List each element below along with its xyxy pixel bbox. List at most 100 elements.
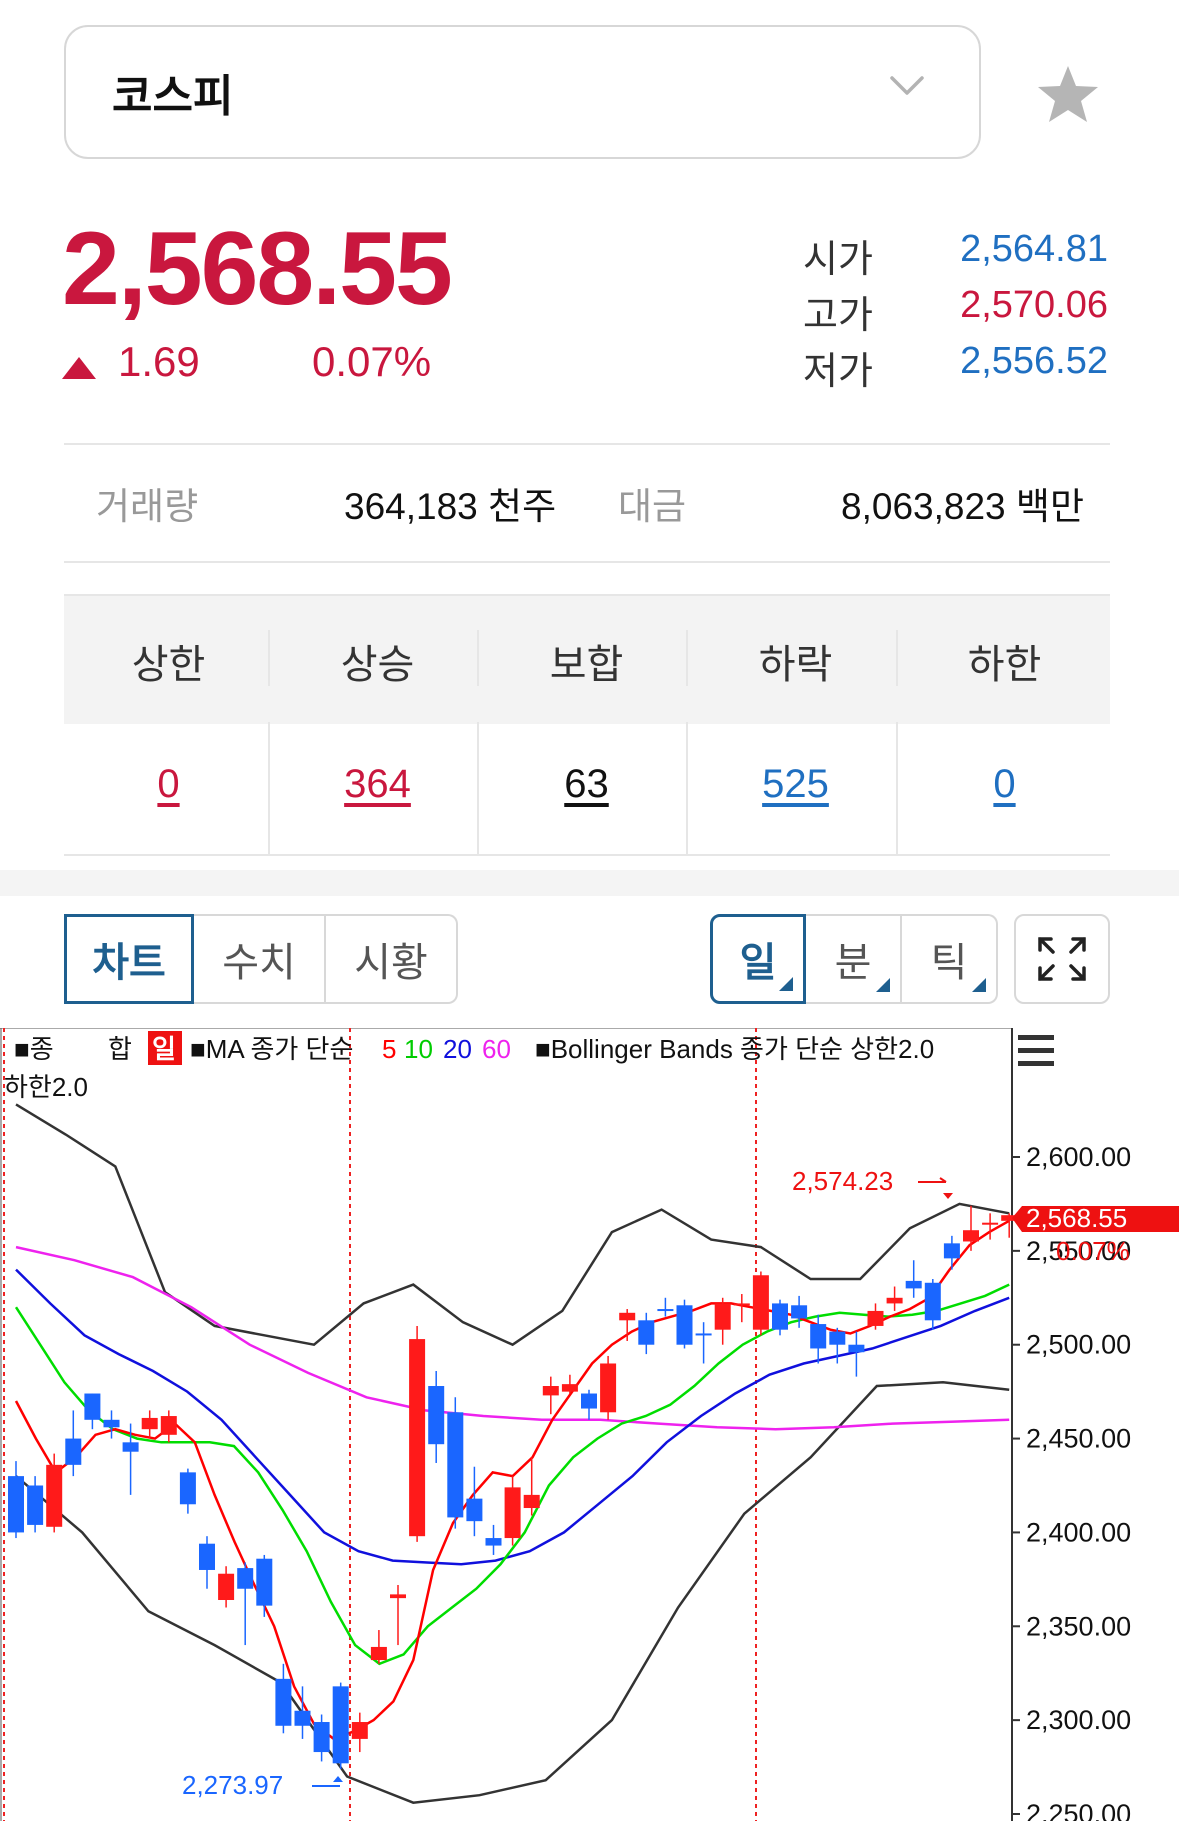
candle-down xyxy=(65,1438,82,1465)
tab-market-news[interactable]: 시황 xyxy=(326,914,458,1004)
candle-up xyxy=(46,1464,63,1527)
low-value: 2,556.52 xyxy=(960,340,1108,382)
hamburger-menu-icon[interactable] xyxy=(1018,1035,1054,1066)
price-change: 1.69 xyxy=(118,338,200,385)
candle-down xyxy=(905,1280,922,1289)
y-tick-label: 2,500.00 xyxy=(1026,1330,1131,1360)
price-chart[interactable]: 2,600.00 2,550.00 2,500.00 2,450.00 2,400.00… xyxy=(0,1027,1179,1826)
breadth-upper-limit-link[interactable]: 0 xyxy=(64,762,273,807)
amount-value: 8,063,823 백만 xyxy=(841,486,1084,527)
divider xyxy=(64,443,1110,445)
candle-up xyxy=(886,1297,903,1304)
candle-up xyxy=(867,1310,884,1326)
candle-down xyxy=(676,1305,693,1345)
low-marker-label: 2,273.97 xyxy=(182,1770,283,1800)
candle-up xyxy=(733,1303,750,1306)
legend-ma5: 5 xyxy=(382,1034,396,1064)
index-name: 코스피 xyxy=(112,72,234,121)
candle-down xyxy=(810,1324,827,1349)
chart-canvas[interactable]: 2,600.002,550.002,500.002,450.002,400.00… xyxy=(0,1027,1179,1826)
candle-up xyxy=(600,1363,617,1413)
candle-down xyxy=(657,1309,674,1312)
low-label: 저가 xyxy=(803,351,873,393)
divider xyxy=(64,561,1110,563)
candle-down xyxy=(848,1344,865,1353)
y-tick-label: 2,600.00 xyxy=(1026,1142,1131,1172)
high-price-row: 고가 2,570.06 xyxy=(803,284,1108,338)
breadth-advance-link[interactable]: 364 xyxy=(273,762,482,807)
candle-up xyxy=(409,1339,426,1537)
legend-hap: 합 xyxy=(108,1034,132,1064)
candle-down xyxy=(103,1419,120,1428)
volume-label: 거래량 xyxy=(96,486,199,527)
candle-down xyxy=(199,1543,215,1570)
breadth-unchanged-label: 보합 xyxy=(549,643,624,687)
view-tab-group: 차트 수치 시황 xyxy=(64,914,458,1004)
high-value: 2,570.06 xyxy=(960,284,1108,326)
candle-up xyxy=(982,1222,999,1225)
breadth-lower-limit-link[interactable]: 0 xyxy=(900,762,1109,807)
section-divider xyxy=(0,870,1179,896)
candle-down xyxy=(84,1393,101,1420)
candle-down xyxy=(638,1320,655,1345)
y-tick-label: 2,300.00 xyxy=(1026,1705,1131,1735)
candle-down xyxy=(485,1538,502,1546)
expand-icon[interactable] xyxy=(1014,914,1110,1004)
tab-chart[interactable]: 차트 xyxy=(64,914,194,1004)
breadth-advance-label: 상승 xyxy=(340,643,415,687)
tab-figures[interactable]: 수치 xyxy=(194,914,326,1004)
candle-up xyxy=(218,1573,235,1601)
breadth-decline-link[interactable]: 525 xyxy=(691,762,900,807)
low-price-row: 저가 2,556.52 xyxy=(803,340,1108,394)
tab-daily[interactable]: 일 xyxy=(710,914,806,1004)
candle-down xyxy=(695,1333,712,1336)
candle-up xyxy=(542,1386,559,1396)
candle-up xyxy=(714,1303,731,1330)
legend-label: ■종 xyxy=(14,1034,54,1064)
candle-up xyxy=(504,1487,521,1539)
candle-down xyxy=(466,1498,483,1522)
star-icon[interactable] xyxy=(1036,64,1100,129)
price-change-percent: 0.07% xyxy=(312,338,432,385)
open-label: 시가 xyxy=(803,239,873,281)
legend-bb-lower: 하한2.0 xyxy=(4,1072,88,1102)
legend-ma60: 60 xyxy=(482,1034,511,1064)
tab-tick[interactable]: 틱 xyxy=(902,914,998,1004)
legend-bb-label: ■Bollinger Bands 종가 단순 상한2.0 xyxy=(535,1034,934,1064)
candle-down xyxy=(179,1472,196,1505)
candle-down xyxy=(791,1305,808,1319)
index-selector[interactable]: 코스피 xyxy=(64,25,981,159)
last-pct-tag-text: 0.07% xyxy=(1056,1236,1130,1266)
candle-up xyxy=(752,1275,769,1330)
candle-up xyxy=(523,1494,540,1509)
candle-down xyxy=(27,1485,44,1525)
legend-ma10: 10 xyxy=(404,1034,433,1064)
market-breadth-table: 상한 상승 보합 하락 하한 0 364 63 525 0 xyxy=(64,594,1110,856)
candle-down xyxy=(943,1243,960,1259)
candle-down xyxy=(294,1710,311,1726)
volume-row: 거래량 364,183 천주 대금 8,063,823 백만 xyxy=(64,448,1110,558)
candle-down xyxy=(772,1303,788,1330)
candle-up xyxy=(370,1646,387,1661)
candle-up xyxy=(351,1722,368,1739)
breadth-decline-label: 하락 xyxy=(758,643,833,687)
candle-down xyxy=(8,1476,24,1533)
candle-down xyxy=(332,1686,349,1764)
candle-down xyxy=(428,1386,445,1445)
candle-down xyxy=(256,1558,273,1606)
last-price-tag-text: 2,568.55 xyxy=(1026,1203,1127,1233)
candle-up xyxy=(390,1594,406,1599)
y-tick-label: 2,400.00 xyxy=(1026,1517,1131,1547)
candle-down xyxy=(829,1331,846,1345)
up-triangle-icon xyxy=(62,357,96,384)
tab-minute[interactable]: 분 xyxy=(806,914,902,1004)
candle-up xyxy=(141,1417,158,1430)
current-price: 2,568.55 xyxy=(62,211,453,327)
breadth-unchanged-link[interactable]: 63 xyxy=(482,762,691,807)
chevron-down-icon xyxy=(889,75,925,102)
candle-up xyxy=(561,1384,578,1392)
volume-value: 364,183 천주 xyxy=(344,486,557,527)
candle-down xyxy=(924,1282,941,1321)
candle-down xyxy=(237,1568,254,1589)
y-tick-label: 2,350.00 xyxy=(1026,1611,1131,1641)
